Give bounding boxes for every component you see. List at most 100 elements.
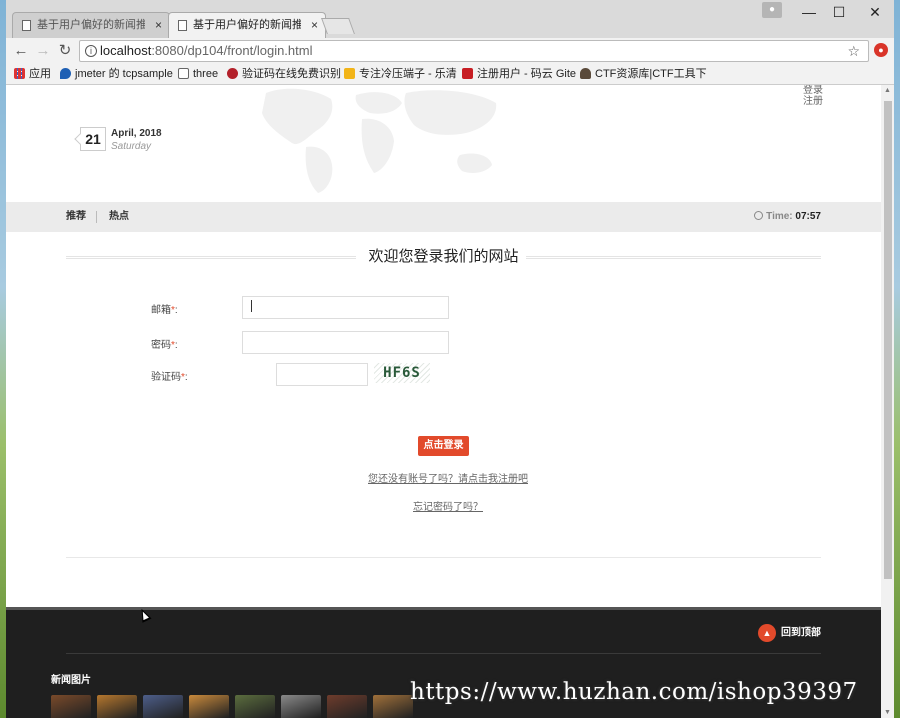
time-value: 07:57 (795, 211, 821, 222)
register-prompt-link[interactable]: 您还没有账号了吗？请点击我注册吧 (368, 470, 528, 485)
user-icon (580, 68, 591, 79)
folder-icon (344, 68, 355, 79)
watermark-text: https://www.huzhan.com/ishop39397 (410, 679, 858, 705)
info-icon[interactable]: i (85, 45, 97, 57)
time-display: Time: 07:57 (754, 202, 821, 232)
tab-title: 基于用户偏好的新闻推荐 (193, 19, 301, 31)
star-icon[interactable]: ☆ (847, 41, 860, 61)
back-icon[interactable]: ← (11, 40, 31, 62)
news-image-thumbnail[interactable] (281, 695, 321, 718)
bookmark-label: 应用 (29, 68, 51, 80)
text-caret (251, 300, 252, 312)
password-label: 密码*: (151, 336, 178, 351)
url-path: :8080/dp104/front/login.html (151, 43, 313, 58)
bookmark-three[interactable]: three (178, 67, 218, 82)
nav-item-recommend[interactable]: 推荐 (66, 202, 86, 232)
date-weekday: Saturday (111, 141, 152, 152)
nav-divider (96, 211, 97, 223)
forgot-password-link[interactable]: 忘记密码了吗？ (413, 498, 483, 513)
news-image-thumbnail[interactable] (235, 695, 275, 718)
page-icon (22, 20, 31, 31)
new-tab-button[interactable] (321, 18, 355, 34)
label-colon: : (174, 305, 178, 316)
back-to-top-label: 回到顶部 (781, 627, 821, 639)
browser-toolbar: ← → ↻ i localhost:8080/dp104/front/login… (6, 38, 894, 64)
tab-news-recommend-1[interactable]: 基于用户偏好的新闻推荐 × (12, 12, 170, 38)
bookmark-label: 专注冷压端子 - 乐清 (359, 68, 457, 80)
bookmark-apps[interactable]: 应用 (14, 67, 51, 82)
news-image-thumbnail[interactable] (373, 695, 413, 718)
site-header: 登录 注册 21 April, 2018 Saturday (6, 85, 881, 202)
minimize-button[interactable]: — (794, 2, 824, 22)
news-image-thumbnail[interactable] (97, 695, 137, 718)
main-nav: 推荐 热点 Time: 07:57 (6, 202, 881, 232)
forward-icon[interactable]: → (33, 40, 53, 62)
login-title-block: 欢迎您登录我们的网站 (66, 247, 821, 267)
tab-title: 基于用户偏好的新闻推荐 (37, 19, 145, 31)
page-title: 欢迎您登录我们的网站 (66, 247, 821, 267)
window-close-button[interactable]: ✕ (860, 2, 890, 22)
page-icon (178, 68, 189, 79)
divider (66, 557, 821, 558)
maximize-button[interactable]: ☐ (824, 2, 854, 22)
news-image-thumbnail[interactable] (189, 695, 229, 718)
time-label: Time: (766, 211, 793, 222)
bookmarks-bar: 应用 jmeter 的 tcpsample three 验证码在线免费识别 专注… (6, 64, 894, 85)
scrollbar-thumb[interactable] (884, 101, 892, 579)
gitee-icon (462, 68, 473, 79)
label-colon: : (184, 372, 188, 383)
bookmark-label: jmeter 的 tcpsample (75, 68, 173, 80)
bookmark-gitee[interactable]: 注册用户 - 码云 Gite (462, 67, 576, 82)
shield-icon (60, 68, 71, 79)
back-to-top-button[interactable]: ▲ 回到顶部 (758, 624, 821, 643)
bookmark-terminal[interactable]: 专注冷压端子 - 乐清 (344, 67, 457, 82)
password-field[interactable] (242, 331, 449, 354)
reload-icon[interactable]: ↻ (55, 40, 75, 62)
profile-icon[interactable]: ● (762, 2, 782, 18)
bookmark-label: CTF资源库|CTF工具下 (595, 68, 707, 80)
tab-bar: 基于用户偏好的新闻推荐 × 基于用户偏好的新闻推荐 × ● — ☐ ✕ (6, 0, 894, 38)
scroll-down-arrow[interactable]: ▼ (884, 709, 891, 716)
clock-icon (754, 211, 764, 220)
captcha-field[interactable] (276, 363, 368, 386)
page-title-text: 欢迎您登录我们的网站 (362, 248, 525, 265)
address-bar[interactable]: i localhost:8080/dp104/front/login.html … (79, 40, 869, 62)
close-icon[interactable]: × (155, 13, 162, 38)
news-image-thumbnail[interactable] (51, 695, 91, 718)
bookmark-jmeter[interactable]: jmeter 的 tcpsample (60, 67, 173, 82)
news-image-thumbnail[interactable] (327, 695, 367, 718)
bookmark-captcha[interactable]: 验证码在线免费识别 (227, 67, 341, 82)
footer-divider (66, 653, 821, 654)
login-submit-button[interactable]: 点击登录 (418, 436, 469, 456)
nav-item-hot[interactable]: 热点 (109, 202, 129, 232)
page-scrollbar[interactable]: ▲ ▼ (881, 85, 894, 718)
login-link[interactable]: 登录 (800, 85, 826, 96)
date-day-badge: 21 (80, 127, 106, 151)
news-image-thumbnail[interactable] (143, 695, 183, 718)
news-images-heading: 新闻图片 (51, 675, 91, 686)
url-host: localhost (100, 43, 152, 58)
captcha-image[interactable]: HF6S (374, 363, 430, 383)
bookmark-label: 验证码在线免费识别 (242, 68, 341, 80)
close-icon[interactable]: × (311, 13, 318, 38)
scroll-up-arrow[interactable]: ▲ (884, 87, 891, 94)
password-label-text: 密码 (151, 340, 171, 351)
page-viewport: 登录 注册 21 April, 2018 Saturday 推荐 热点 Time… (6, 85, 881, 718)
email-field[interactable] (242, 296, 449, 319)
bookmark-label: 注册用户 - 码云 Gite (477, 68, 577, 80)
date-month: April, 2018 (111, 128, 162, 139)
label-colon: : (174, 340, 178, 351)
world-map-image (262, 88, 497, 193)
top-links: 登录 注册 (800, 85, 826, 107)
bookmark-ctf[interactable]: CTF资源库|CTF工具下 (580, 67, 707, 82)
email-label: 邮箱*: (151, 301, 178, 316)
tab-news-recommend-2[interactable]: 基于用户偏好的新闻推荐 × (168, 12, 326, 38)
register-link[interactable]: 注册 (800, 96, 826, 107)
captcha-label-text: 验证码 (151, 372, 181, 383)
bookmark-label: three (193, 68, 219, 80)
email-label-text: 邮箱 (151, 305, 171, 316)
chevron-up-icon: ▲ (758, 624, 776, 642)
apps-icon (14, 68, 25, 79)
page-icon (178, 20, 187, 31)
extension-icon[interactable]: ● (874, 43, 888, 57)
